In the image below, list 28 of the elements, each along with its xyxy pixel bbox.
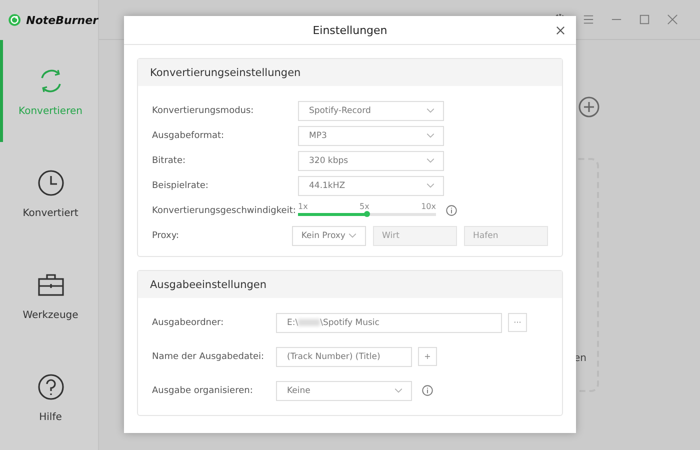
tick-label: 10x: [421, 202, 436, 210]
field-label: Ausgabe organisieren:: [152, 386, 254, 396]
field-label: Name der Ausgabedatei:: [152, 352, 266, 362]
dropdown[interactable]: 320 kbps: [298, 150, 444, 170]
dropdown[interactable]: 44.1kHZ: [298, 176, 444, 196]
tick-label: 5x: [360, 202, 370, 210]
dropdown[interactable]: MP3: [298, 126, 444, 146]
dialog-title: Einstellungen: [312, 24, 388, 36]
field-label: Bitrate:: [152, 156, 187, 166]
filename-field[interactable]: (Track Number) (Title): [276, 346, 412, 366]
field-label: Beispielrate:: [152, 180, 210, 190]
dropdown[interactable]: Kein Proxy: [292, 226, 366, 246]
sidebar-item[interactable]: Konvertiert: [0, 142, 98, 244]
browse-button[interactable]: ···: [508, 313, 527, 332]
section-title: Ausgabeeinstellungen: [150, 278, 267, 290]
app-name: NoteBurner: [26, 14, 98, 26]
field-label: Ausgabeformat:: [152, 130, 226, 140]
field-label: Proxy:: [152, 230, 180, 240]
tick-label: 1x: [298, 202, 308, 210]
field-label: Ausgabeordner:: [152, 318, 225, 328]
folder-field[interactable]: E:\ \Spotify Music: [276, 312, 502, 332]
sidebar-item[interactable]: Hilfe: [0, 346, 98, 448]
sidebar-item[interactable]: Werkzeuge: [0, 244, 98, 346]
field-label: Konvertierungsmodus:: [152, 106, 255, 116]
dropdown[interactable]: Spotify-Record: [298, 100, 444, 120]
add-button[interactable]: +: [418, 347, 437, 366]
section-title: Konvertierungseinstellungen: [150, 66, 301, 78]
dropdown[interactable]: Keine: [276, 380, 412, 400]
